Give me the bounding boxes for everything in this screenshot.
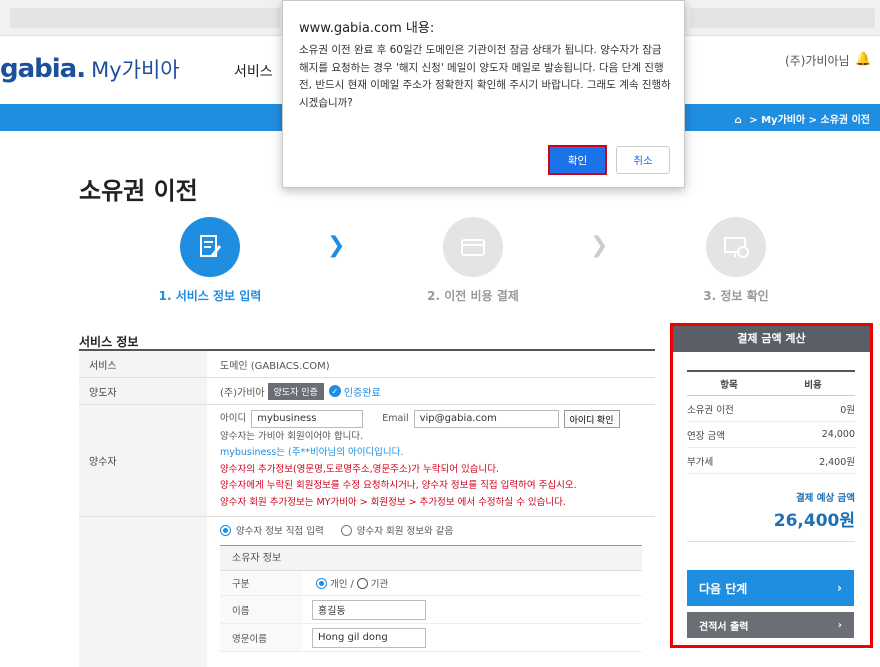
next-step-button[interactable]: 다음 단계 › — [687, 570, 854, 606]
dialog-message: 소유권 이전 완료 후 60일간 도메인은 기관이전 잠금 상태가 됩니다. 양… — [299, 44, 671, 109]
step-arrow-icon: ❯ — [590, 233, 609, 258]
expected-amount-label: 결제 예상 금액 — [795, 493, 855, 504]
calc-title: 결제 금액 계산 — [673, 326, 870, 352]
payment-calc-panel: 결제 금액 계산 항목 비용 소유권 이전 0원 연장 금액 24,000 부가세 2… — [670, 323, 873, 648]
name-input[interactable] — [312, 599, 426, 620]
calc-col-item: 항목 — [720, 379, 738, 391]
service-label: 서비스 — [79, 351, 207, 377]
page-title: 소유권 이전 — [79, 177, 198, 205]
type-org-label: 기관 — [370, 579, 389, 590]
id-check-button[interactable]: 아이디 확인 — [563, 409, 620, 428]
radio-direct-label: 양수자 정보 직접 입력 — [236, 526, 324, 537]
step3-label: 3. 정보 확인 — [703, 289, 769, 303]
missing-info-warning: 양수자의 추가정보(영문명,도로명주소,영문주소)가 누락되어 있습니다. — [220, 463, 499, 475]
chevron-right-icon: › — [837, 581, 842, 595]
chevron-right-icon: › — [837, 619, 842, 631]
step2-card-icon — [443, 217, 503, 277]
eng-name-label: 영문이름 — [220, 624, 302, 651]
alert-dialog: www.gabia.com 내용: 소유권 이전 완료 후 60일간 도메인은 … — [282, 0, 685, 188]
missing-info-request: 양수자에게 누락된 회원정보를 수정 요청하시거나, 양수자 정보를 직접 입력… — [220, 480, 577, 492]
type-personal-label: 개인 / — [330, 579, 354, 590]
transferor-value: (주)가비아 — [220, 387, 265, 399]
service-info-table: 서비스 도메인 (GABIACS.COM) 양도자 (주)가비아 양도자 인증 … — [79, 349, 655, 667]
radio-same-as-member[interactable] — [340, 524, 352, 536]
step2-label: 2. 이전 비용 결제 — [427, 289, 519, 303]
step1-form-icon — [180, 217, 240, 277]
calc-row: 부가세 2,400원 — [687, 448, 855, 474]
owner-info-section: 소유자 정보 구분 개인 / 기관 이름 영문이름 — [220, 545, 642, 652]
bell-icon[interactable]: 🔔 — [855, 52, 871, 67]
radio-direct-input[interactable] — [220, 524, 231, 536]
calc-col-cost: 비용 — [804, 379, 822, 391]
user-name[interactable]: (주)가비아님 — [785, 52, 850, 69]
step1-label: 1. 서비스 정보 입력 — [158, 289, 262, 303]
estimate-print-button[interactable]: 견적서 출력 › — [687, 612, 854, 638]
dialog-cancel-button[interactable]: 취소 — [616, 146, 670, 174]
radio-same-label: 양수자 회원 정보와 같음 — [356, 526, 454, 537]
id-owner-note: mybusiness는 (주**비아님의 아이디입니다. — [220, 447, 404, 459]
check-icon: ✓ — [328, 385, 341, 397]
gabia-logo[interactable]: gabia. My가비아 — [0, 54, 180, 84]
calc-row: 연장 금액 24,000 — [687, 422, 855, 448]
calc-row: 소유권 이전 0원 — [687, 396, 855, 422]
type-label: 구분 — [220, 571, 302, 595]
owner-info-title: 소유자 정보 — [220, 546, 642, 571]
auth-complete-text: 인증완료 — [343, 387, 381, 399]
dialog-ok-button[interactable]: 확인 — [548, 145, 607, 175]
transferee-note: 양수자는 가비아 회원이어야 합니다. — [220, 430, 364, 442]
gnb-service-menu[interactable]: 서비스 — [234, 61, 273, 81]
logo-text: gabia. — [0, 54, 86, 84]
email-input[interactable] — [413, 409, 559, 428]
step3-monitor-icon — [706, 217, 766, 277]
eng-name-input[interactable] — [312, 627, 426, 648]
dialog-title: www.gabia.com 내용: — [299, 21, 435, 36]
transferor-label: 양도자 — [79, 378, 207, 404]
breadcrumb-mygabia[interactable]: My가비아 — [761, 115, 805, 126]
missing-info-path: 양수자 회원 추가정보는 MY가비아 > 회원정보 > 추가정보 에서 수정하실… — [220, 496, 566, 508]
radio-organization[interactable] — [356, 577, 368, 589]
home-icon[interactable]: ⌂ — [735, 115, 742, 126]
service-info-title: 서비스 정보 — [79, 335, 139, 349]
email-label: Email — [382, 412, 409, 424]
breadcrumb: ⌂ > My가비아 > 소유권 이전 — [734, 115, 870, 126]
breadcrumb-current: 소유권 이전 — [820, 115, 870, 126]
step-arrow-icon: ❯ — [327, 233, 346, 258]
service-value: 도메인 (GABIACS.COM) — [220, 360, 330, 372]
logo-sub-text: My가비아 — [91, 58, 180, 82]
radio-personal[interactable] — [316, 577, 327, 589]
id-input[interactable] — [251, 409, 364, 428]
expected-amount-value: 26,400원 — [687, 506, 855, 542]
transferee-label: 양수자 — [79, 405, 207, 516]
id-label: 아이디 — [220, 412, 247, 424]
transferor-auth-button[interactable]: 양도자 인증 — [267, 382, 324, 400]
name-label: 이름 — [220, 596, 302, 623]
